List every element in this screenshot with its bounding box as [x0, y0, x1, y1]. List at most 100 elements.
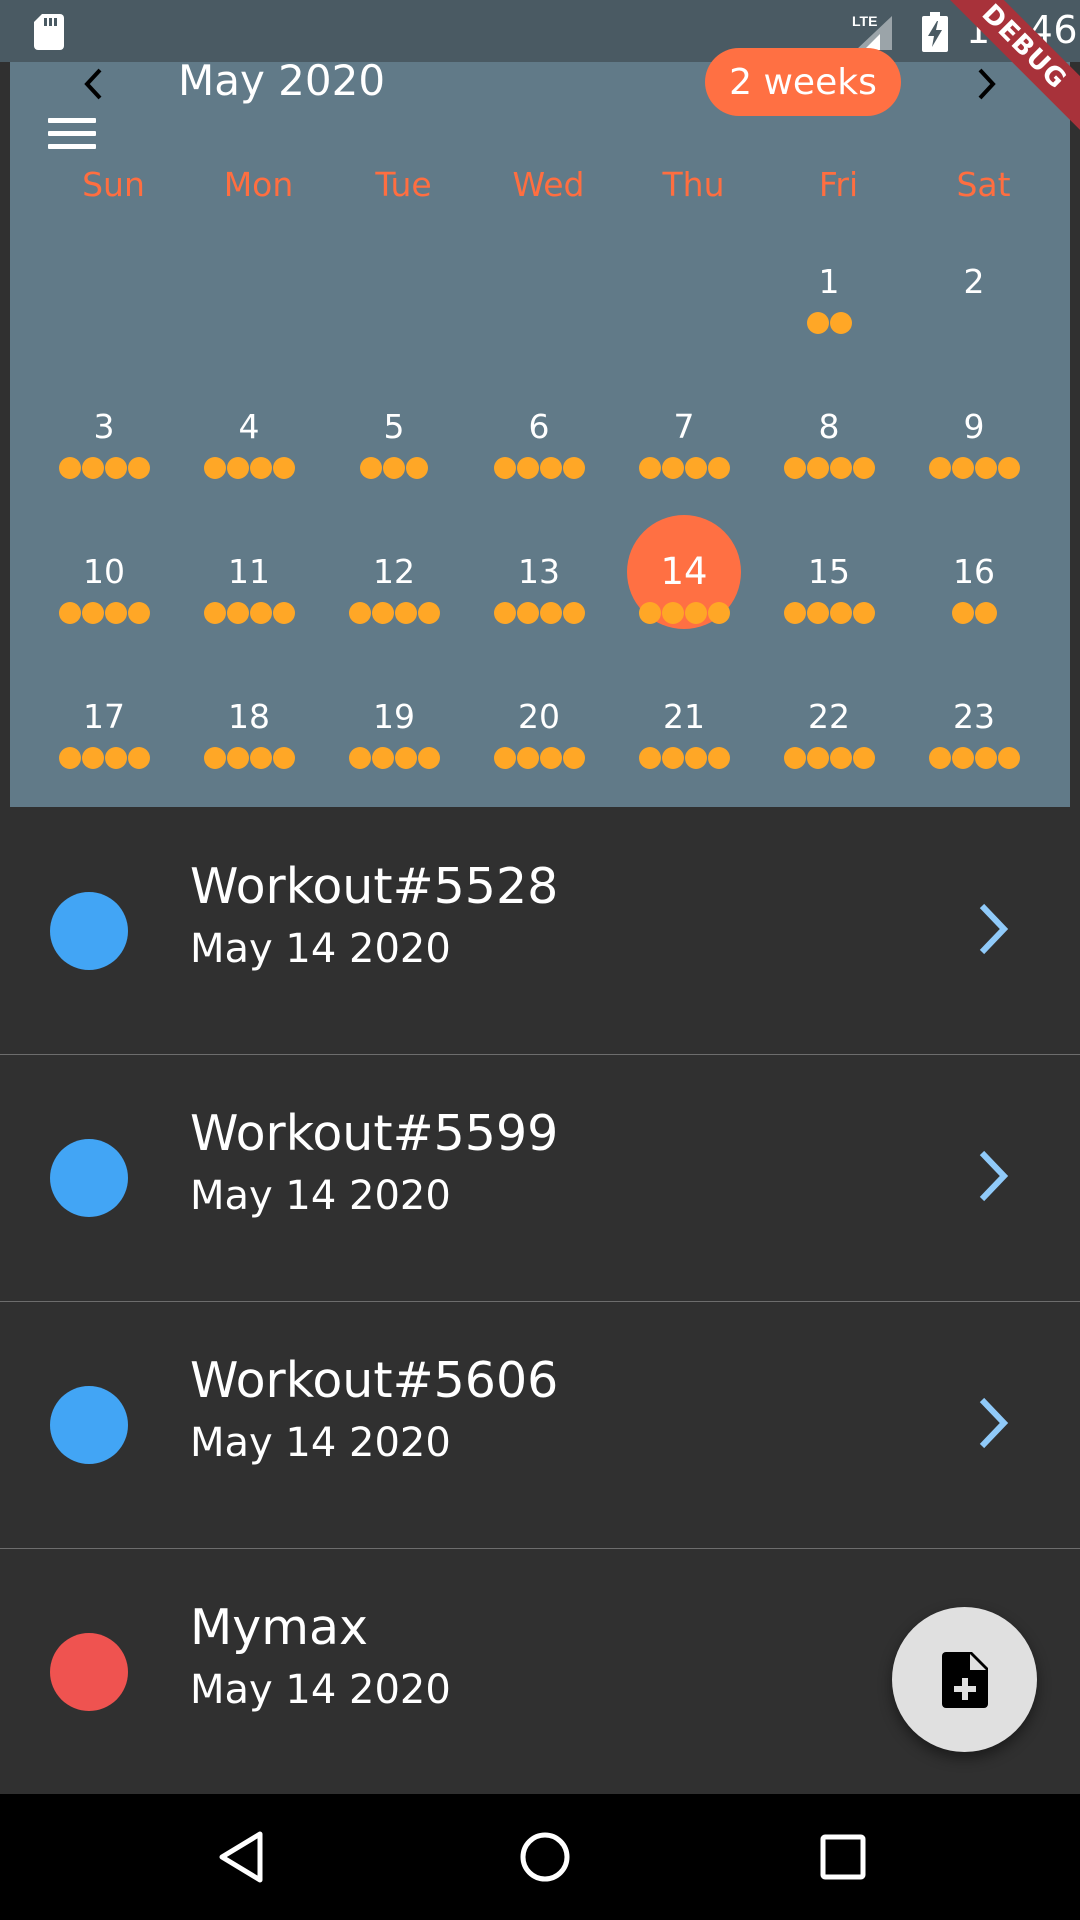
event-markers [769, 602, 889, 626]
weekday-label: Mon [223, 165, 294, 204]
list-item[interactable]: Workout#5528 May 14 2020 [0, 808, 1080, 1055]
event-marker-dot [661, 747, 684, 769]
event-marker-dot [249, 602, 272, 624]
workout-title: Workout#5599 [190, 1105, 559, 1162]
chevron-right-icon[interactable] [968, 1388, 1018, 1458]
sd-card-icon [34, 14, 64, 50]
event-markers [914, 747, 1034, 771]
back-icon[interactable] [210, 1824, 276, 1890]
workout-color-dot [50, 1386, 128, 1464]
calendar-day[interactable]: 11 [189, 552, 309, 672]
app-screen: LTE 11:46 May 2020 2 weeks Sun Mon Tue W… [0, 0, 1080, 1920]
previous-month-button[interactable] [70, 60, 118, 108]
calendar-day[interactable]: 5 [334, 407, 454, 527]
calendar-day-empty [189, 262, 309, 382]
event-marker-dot [806, 602, 829, 624]
event-marker-dot [783, 747, 806, 769]
calendar-day[interactable]: 17 [44, 697, 164, 817]
event-marker-dot [394, 602, 417, 624]
event-marker-dot [829, 457, 852, 479]
event-marker-dot [493, 602, 516, 624]
calendar-day[interactable]: 19 [334, 697, 454, 817]
note-add-icon [941, 1651, 988, 1708]
calendar-day-empty [334, 262, 454, 382]
calendar-day[interactable]: 6 [479, 407, 599, 527]
add-workout-button[interactable] [892, 1607, 1037, 1752]
calendar-day[interactable]: 9 [914, 407, 1034, 527]
chevron-right-icon[interactable] [968, 894, 1018, 964]
event-marker-dot [272, 457, 295, 479]
event-marker-dot [58, 602, 81, 624]
calendar-day[interactable]: 23 [914, 697, 1034, 817]
weekday-label: Fri [818, 165, 859, 204]
event-marker-dot [493, 747, 516, 769]
day-number: 9 [963, 407, 985, 446]
event-marker-dot [928, 457, 951, 479]
calendar-day[interactable]: 18 [189, 697, 309, 817]
calendar-day[interactable]: 2 [914, 262, 1034, 382]
calendar-day[interactable]: 3 [44, 407, 164, 527]
calendar-format-button[interactable]: 2 weeks [705, 48, 901, 116]
next-month-button[interactable] [962, 60, 1010, 108]
event-marker-dot [562, 602, 585, 624]
event-marker-dot [272, 602, 295, 624]
calendar-day[interactable]: 20 [479, 697, 599, 817]
event-marker-dot [852, 747, 875, 769]
event-marker-dot [951, 602, 974, 624]
event-marker-dot [562, 457, 585, 479]
event-marker-dot [104, 747, 127, 769]
recents-icon[interactable] [810, 1824, 876, 1890]
calendar-day[interactable]: 8 [769, 407, 889, 527]
calendar-day-empty [624, 262, 744, 382]
hamburger-menu-icon[interactable] [48, 116, 98, 156]
chevron-right-icon[interactable] [968, 1141, 1018, 1211]
event-markers [914, 602, 1034, 626]
day-number: 16 [953, 552, 995, 591]
calendar-day[interactable]: 22 [769, 697, 889, 817]
event-marker-dot [707, 457, 730, 479]
event-marker-dot [562, 747, 585, 769]
event-markers [624, 747, 744, 771]
calendar-day[interactable]: 10 [44, 552, 164, 672]
event-marker-dot [58, 457, 81, 479]
list-item[interactable]: Workout#5606 May 14 2020 [0, 1302, 1080, 1549]
calendar-day[interactable]: 1 [769, 262, 889, 382]
calendar-day[interactable]: 21 [624, 697, 744, 817]
event-marker-dot [852, 602, 875, 624]
event-markers [624, 602, 744, 626]
calendar-day[interactable]: 4 [189, 407, 309, 527]
day-number: 15 [808, 552, 850, 591]
battery-charging-icon [922, 12, 948, 52]
calendar-day[interactable]: 16 [914, 552, 1034, 672]
event-marker-dot [81, 457, 104, 479]
workout-title: Workout#5606 [190, 1352, 559, 1409]
day-number: 11 [228, 552, 270, 591]
event-marker-dot [516, 457, 539, 479]
event-marker-dot [127, 457, 150, 479]
home-icon[interactable] [512, 1824, 578, 1890]
calendar-day[interactable]: 15 [769, 552, 889, 672]
event-markers [624, 457, 744, 481]
event-marker-dot [539, 457, 562, 479]
event-marker-dot [104, 457, 127, 479]
chevron-right-icon [978, 68, 996, 100]
event-marker-dot [226, 747, 249, 769]
workout-date: May 14 2020 [190, 1667, 451, 1713]
event-marker-dot [406, 457, 428, 479]
event-marker-dot [58, 747, 81, 769]
event-markers [769, 747, 889, 771]
event-marker-dot [997, 747, 1020, 769]
calendar-day[interactable]: 12 [334, 552, 454, 672]
calendar-day[interactable]: 13 [479, 552, 599, 672]
calendar-day[interactable]: 14 [624, 515, 744, 672]
event-marker-dot [249, 747, 272, 769]
list-item[interactable]: Workout#5599 May 14 2020 [0, 1055, 1080, 1302]
day-number: 20 [518, 697, 560, 736]
day-number: 13 [518, 552, 560, 591]
workout-color-dot [50, 892, 128, 970]
calendar-day[interactable]: 7 [624, 407, 744, 527]
event-marker-dot [203, 747, 226, 769]
event-markers [44, 747, 164, 771]
weekday-label: Thu [662, 165, 725, 204]
event-marker-dot [203, 602, 226, 624]
